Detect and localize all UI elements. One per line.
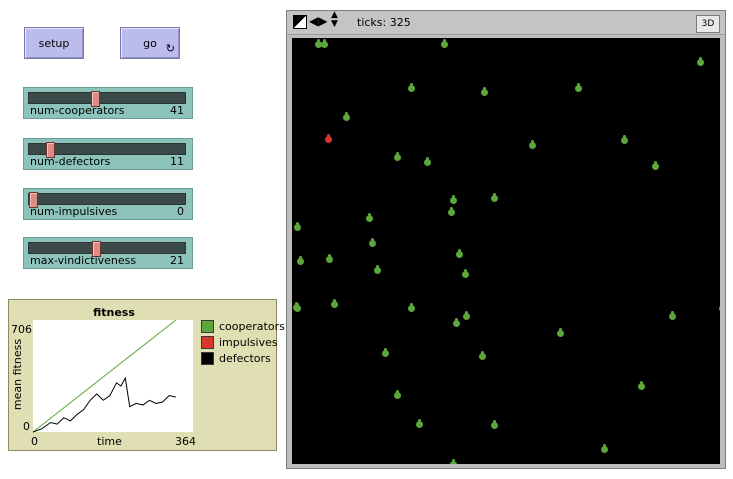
slider-num-cooperators[interactable]: num-cooperators 41 <box>23 87 193 119</box>
legend-swatch <box>201 320 214 333</box>
turtle-cooperator <box>620 135 629 145</box>
turtle-cooperator <box>381 348 390 358</box>
turtle-cooperator <box>600 444 609 454</box>
turtle-cooperator <box>651 161 660 171</box>
x-min-label: 0 <box>31 435 38 448</box>
turtle-cooperator <box>393 152 402 162</box>
3d-button-label: 3D <box>701 19 715 29</box>
turtle-cooperator <box>528 140 537 150</box>
turtle-cooperator <box>696 57 705 67</box>
turtle-cooperator <box>478 351 487 361</box>
turtle-cooperator <box>668 311 677 321</box>
turtle-cooperator <box>462 311 471 321</box>
turtle-cooperator <box>373 265 382 275</box>
turtle-cooperator <box>452 318 461 328</box>
turtle-cooperator <box>342 112 351 122</box>
legend-cooperators: cooperators <box>201 320 285 333</box>
slider-name: max-vindictiveness <box>30 254 137 267</box>
y-min-label: 0 <box>23 420 30 433</box>
world-canvas[interactable] <box>292 38 720 464</box>
legend-defectors: defectors <box>201 352 271 365</box>
slider-track[interactable] <box>28 142 186 158</box>
turtle-defector <box>324 134 333 144</box>
y-axis-label: mean fitness <box>11 338 25 411</box>
slider-num-defectors[interactable]: num-defectors 11 <box>23 138 193 170</box>
legend-impulsives: impulsives <box>201 336 278 349</box>
turtle-cooperator <box>718 304 720 313</box>
turtle-cooperator <box>296 256 305 266</box>
slider-value: 11 <box>170 155 184 168</box>
turtle-cooperator <box>490 420 499 430</box>
slider-value: 21 <box>170 254 184 267</box>
slider-max-vindictiveness[interactable]: max-vindictiveness 21 <box>23 237 193 269</box>
view-toolbar: ◀▶ ▲ ▼ ticks: 325 3D <box>287 11 725 35</box>
legend-label: cooperators <box>219 320 285 333</box>
turtle-cooperator <box>461 269 470 279</box>
turtle-cooperator <box>447 207 456 217</box>
3d-button[interactable]: 3D <box>696 15 720 33</box>
slider-track[interactable] <box>28 241 186 257</box>
slider-name: num-impulsives <box>30 205 118 218</box>
plot-area <box>33 320 193 432</box>
arrows-horizontal-icon[interactable]: ◀▶ <box>309 14 327 28</box>
x-max-label: 364 <box>175 435 196 448</box>
turtle-cooperator <box>293 222 302 232</box>
legend-label: impulsives <box>219 336 278 349</box>
turtle-cooperator <box>449 459 458 464</box>
turtle-cooperator <box>455 249 464 259</box>
turtle-cooperator <box>407 83 416 93</box>
turtle-cooperator <box>365 213 374 223</box>
turtle-cooperator <box>556 328 565 338</box>
turtle-cooperator <box>440 39 449 49</box>
turtle-cooperator <box>393 390 402 400</box>
setup-button-label: setup <box>38 36 70 50</box>
turtle-cooperator <box>480 87 489 97</box>
slider-name: num-defectors <box>30 155 111 168</box>
x-axis-label: time <box>97 435 122 448</box>
slider-track[interactable] <box>28 91 186 107</box>
turtle-cooperator <box>637 381 646 391</box>
turtle-cooperator <box>368 238 377 248</box>
y-max-label: 706 <box>11 323 32 336</box>
legend-label: defectors <box>219 352 271 365</box>
turtle-cooperator <box>423 157 432 167</box>
slider-value: 41 <box>170 104 184 117</box>
turtle-cooperator <box>293 303 302 313</box>
go-button-label: go <box>143 36 157 50</box>
ticks-counter: ticks: 325 <box>357 16 411 29</box>
turtle-cooperator <box>330 299 339 309</box>
slider-value: 0 <box>177 205 184 218</box>
slider-num-impulsives[interactable]: num-impulsives 0 <box>23 188 193 220</box>
turtle-cooperator <box>415 419 424 429</box>
turtle-cooperator <box>574 83 583 93</box>
forever-icon: ↻ <box>165 42 175 55</box>
turtle-cooperator <box>320 39 329 49</box>
turtle-cooperator <box>407 303 416 313</box>
slider-track[interactable] <box>28 192 186 208</box>
world-view: ◀▶ ▲ ▼ ticks: 325 3D <box>286 10 726 469</box>
turtle-cooperator <box>449 195 458 205</box>
setup-button[interactable]: setup <box>24 27 84 59</box>
legend-swatch <box>201 336 214 349</box>
view-edit-icon[interactable] <box>293 15 307 29</box>
fitness-plot: fitness 706 0 0 364 time mean fitness co… <box>8 299 285 451</box>
turtle-cooperator <box>325 254 334 264</box>
legend-swatch <box>201 352 214 365</box>
go-button[interactable]: go ↻ <box>120 27 180 59</box>
arrows-vertical-icon[interactable]: ▲ ▼ <box>331 11 338 29</box>
slider-name: num-cooperators <box>30 104 125 117</box>
turtle-cooperator <box>490 193 499 203</box>
